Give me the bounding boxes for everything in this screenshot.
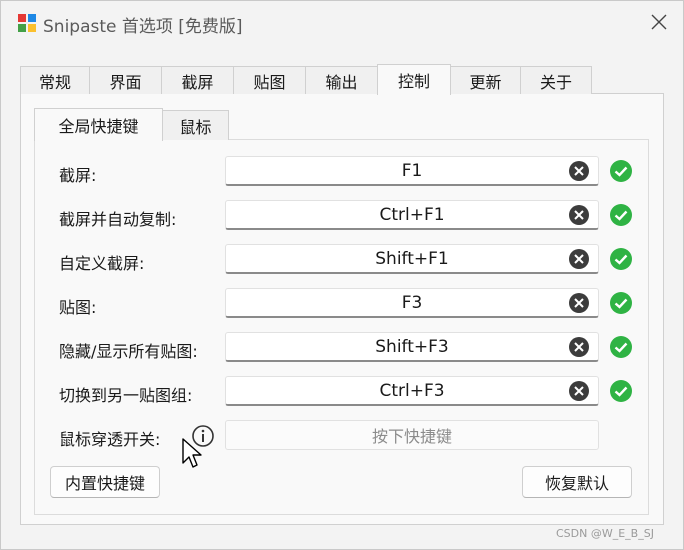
restore-defaults-button[interactable]: 恢复默认 (522, 466, 632, 498)
tab-output[interactable]: 输出 (305, 66, 378, 94)
hotkey-label-toggle-pastes: 隐藏/显示所有贴图: (59, 342, 198, 361)
tab-paste[interactable]: 贴图 (233, 66, 306, 94)
hotkey-label-switch-group: 切换到另一贴图组: (59, 386, 193, 405)
hotkey-field-custom-snip[interactable]: Shift+F1 (225, 244, 599, 274)
check-icon (610, 248, 632, 270)
hotkey-label-custom-snip: 自定义截屏: (59, 254, 145, 273)
tab-update[interactable]: 更新 (450, 66, 521, 94)
hotkey-field-switch-group[interactable]: Ctrl+F3 (225, 376, 599, 406)
subtab-mouse[interactable]: 鼠标 (162, 110, 229, 140)
close-icon (651, 14, 667, 30)
builtin-hotkeys-button[interactable]: 内置快捷键 (50, 466, 160, 498)
clear-icon[interactable] (568, 336, 590, 358)
clear-icon[interactable] (568, 248, 590, 270)
hotkey-label-snip: 截屏: (59, 166, 97, 185)
hotkey-field-toggle-pastes[interactable]: Shift+F3 (225, 332, 599, 362)
check-icon (610, 204, 632, 226)
snipaste-logo-icon (18, 14, 36, 32)
hotkey-field-snip-copy[interactable]: Ctrl+F1 (225, 200, 599, 230)
clear-icon[interactable] (568, 160, 590, 182)
preferences-window: Snipaste 首选项 [免费版] 常规 界面 截屏 贴图 输出 控制 更新 … (0, 0, 684, 550)
clear-icon[interactable] (568, 292, 590, 314)
check-icon (610, 160, 632, 182)
title-bar: Snipaste 首选项 [免费版] (1, 1, 683, 45)
window-title: Snipaste 首选项 [免费版] (43, 17, 243, 37)
tab-general[interactable]: 常规 (20, 66, 90, 94)
hotkey-label-snip-copy: 截屏并自动复制: (59, 210, 177, 229)
check-icon (610, 380, 632, 402)
tab-interface[interactable]: 界面 (89, 66, 162, 94)
control-subtabs: 全局快捷键 鼠标 (34, 108, 229, 141)
check-icon (610, 292, 632, 314)
close-button[interactable] (644, 7, 674, 37)
watermark: CSDN @W_E_B_SJ (556, 527, 654, 540)
clear-icon[interactable] (568, 204, 590, 226)
clear-icon[interactable] (568, 380, 590, 402)
hotkey-field-mouse-passthrough[interactable]: 按下快捷键 (225, 420, 599, 450)
hotkeys-panel (34, 139, 649, 515)
main-tabs: 常规 界面 截屏 贴图 输出 控制 更新 关于 (20, 64, 592, 95)
hotkey-label-mouse-passthrough: 鼠标穿透开关: (59, 430, 161, 449)
mouse-cursor-icon (182, 438, 202, 468)
tab-snip[interactable]: 截屏 (161, 66, 234, 94)
subtab-global-hotkeys[interactable]: 全局快捷键 (34, 108, 163, 141)
hotkey-field-paste[interactable]: F3 (225, 288, 599, 318)
tab-about[interactable]: 关于 (520, 66, 592, 94)
check-icon (610, 336, 632, 358)
hotkey-field-snip[interactable]: F1 (225, 156, 599, 186)
tab-control[interactable]: 控制 (377, 64, 451, 95)
hotkey-label-paste: 贴图: (59, 298, 97, 317)
